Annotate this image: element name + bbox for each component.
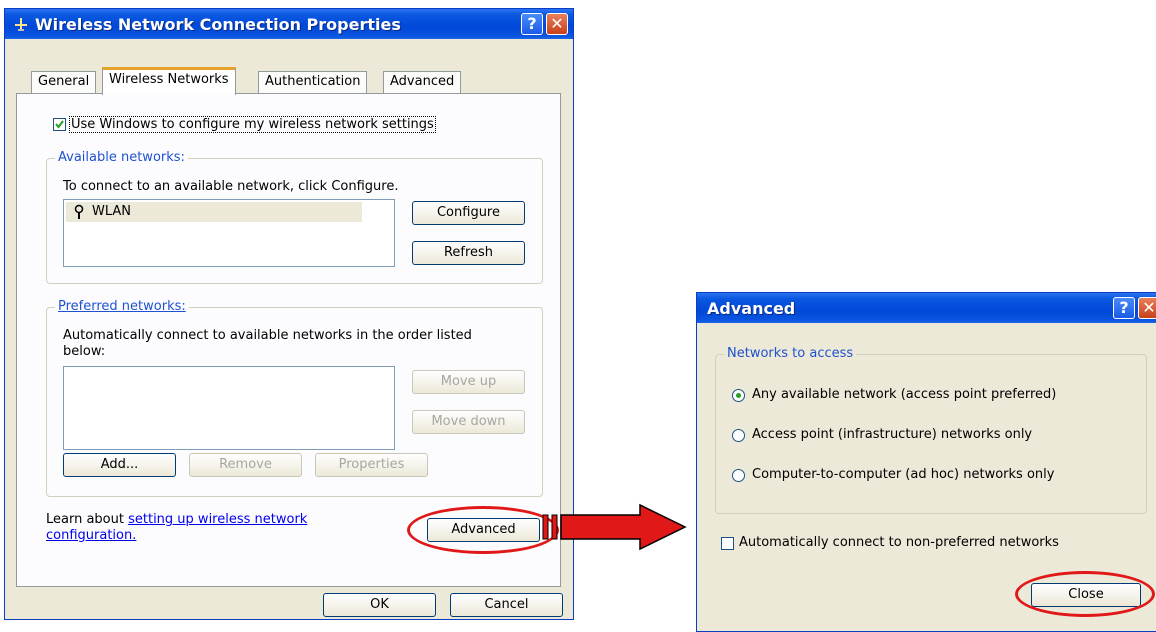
learn-more-link[interactable]: setting up wireless network [128,512,307,527]
radio-any-network[interactable] [732,389,745,402]
networks-to-access-group: Networks to access Any available network… [715,346,1147,514]
configure-label: Configure [436,205,500,220]
advanced-close-window-button[interactable]: ✕ [1138,297,1156,319]
dialog-title: Wireless Network Connection Properties [35,15,401,34]
preferred-description-line1: Automatically connect to available netwo… [63,328,472,343]
tab-advanced[interactable]: Advanced [383,71,462,93]
use-windows-checkbox[interactable] [53,118,66,131]
cancel-button[interactable]: Cancel [450,593,563,617]
preferred-networks-list[interactable] [63,366,395,450]
radio-any-network-label[interactable]: Any available network (access point pref… [752,387,1056,402]
properties-button[interactable]: Properties [315,453,428,477]
network-name: WLAN [92,204,132,219]
tab-authentication[interactable]: Authentication [258,71,368,93]
arrow-icon [542,503,687,551]
add-button[interactable]: Add... [63,453,176,477]
auto-connect-checkbox[interactable] [721,537,734,550]
advanced-dialog-title: Advanced [707,299,796,318]
list-item[interactable]: WLAN [66,202,362,222]
radio-adhoc-only[interactable] [732,469,745,482]
preferred-networks-label: Preferred networks: [55,299,189,314]
title-bar[interactable]: Wireless Network Connection Properties ?… [5,9,573,39]
preferred-description-line2: below: [63,344,106,359]
remove-button[interactable]: Remove [189,453,302,477]
tab-wireless-networks[interactable]: Wireless Networks [102,67,236,95]
advanced-help-button[interactable]: ? [1113,297,1135,319]
learn-about-text: Learn about setting up wireless network [46,512,307,527]
network-icon [15,18,27,31]
ok-button[interactable]: OK [323,593,436,617]
available-networks-description: To connect to an available network, clic… [63,179,399,194]
close-window-button[interactable]: ✕ [546,13,568,35]
close-highlight-ellipse [1015,571,1155,617]
learn-more-link-continued[interactable]: configuration. [46,528,136,543]
checkmark-icon [55,120,64,129]
radio-adhoc-only-label[interactable]: Computer-to-computer (ad hoc) networks o… [752,467,1054,482]
advanced-highlight-ellipse [407,506,559,554]
preferred-networks-group: Preferred networks: Automatically connec… [46,299,543,497]
tab-general[interactable]: General [31,71,97,93]
wireless-properties-dialog: Wireless Network Connection Properties ?… [4,8,574,620]
move-up-button[interactable]: Move up [412,370,525,394]
learn-about-prefix: Learn about [46,512,129,527]
advanced-title-bar[interactable]: Advanced ? ✕ [697,293,1156,323]
radio-access-point-only[interactable] [732,429,745,442]
refresh-label: Refresh [443,245,494,260]
refresh-button[interactable]: Refresh [412,241,525,265]
help-button[interactable]: ? [521,13,543,35]
configure-button[interactable]: Configure [412,201,525,225]
auto-connect-label[interactable]: Automatically connect to non-preferred n… [739,535,1059,550]
move-down-button[interactable]: Move down [412,410,525,434]
available-networks-label: Available networks: [55,150,188,165]
available-networks-list[interactable]: WLAN [63,199,395,267]
radio-access-point-only-label[interactable]: Access point (infrastructure) networks o… [752,427,1032,442]
wireless-networks-panel: Use Windows to configure my wireless net… [16,93,561,587]
use-windows-label[interactable]: Use Windows to configure my wireless net… [69,116,436,133]
advanced-dialog: Advanced ? ✕ Networks to access Any avai… [696,292,1156,632]
networks-to-access-label: Networks to access [724,346,857,361]
wireless-antenna-icon [74,204,84,219]
available-networks-group: Available networks: To connect to an ava… [46,150,543,284]
